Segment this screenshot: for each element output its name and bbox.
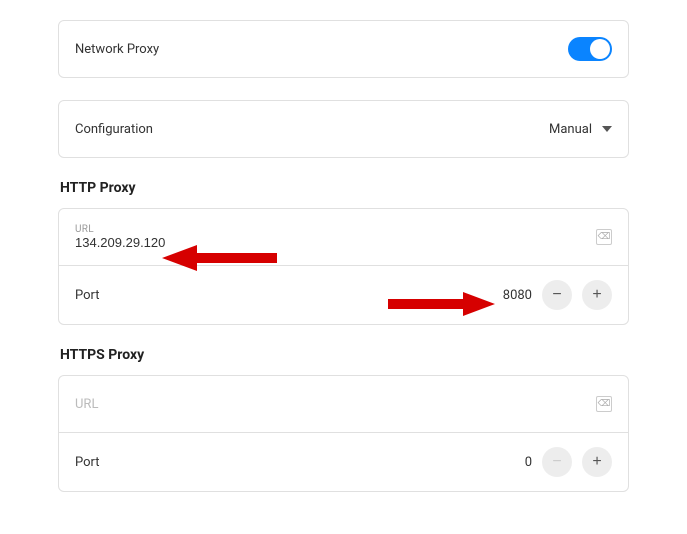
https-url-label: URL <box>75 397 98 412</box>
http-url-clear-icon[interactable]: ⌫ <box>596 229 612 245</box>
configuration-value: Manual <box>549 122 592 137</box>
http-port-decrement[interactable]: − <box>542 280 572 310</box>
http-port-value: 8080 <box>498 288 532 303</box>
https-port-value: 0 <box>498 455 532 470</box>
http-url-input[interactable] <box>75 235 375 250</box>
http-port-label: Port <box>75 288 100 303</box>
https-proxy-card: URL ⌫ Port 0 − + <box>58 375 629 492</box>
https-port-decrement[interactable]: − <box>542 447 572 477</box>
https-url-clear-icon[interactable]: ⌫ <box>596 396 612 412</box>
configuration-select[interactable]: Manual <box>549 122 612 137</box>
http-port-stepper: 8080 − + <box>498 280 612 310</box>
network-proxy-label: Network Proxy <box>75 42 159 57</box>
https-port-label: Port <box>75 455 100 470</box>
https-port-stepper: 0 − + <box>498 447 612 477</box>
http-proxy-title: HTTP Proxy <box>60 180 629 196</box>
network-proxy-card: Network Proxy <box>58 20 629 78</box>
http-port-increment[interactable]: + <box>582 280 612 310</box>
configuration-label: Configuration <box>75 122 153 137</box>
network-proxy-toggle[interactable] <box>568 37 612 61</box>
https-port-increment[interactable]: + <box>582 447 612 477</box>
http-url-label: URL <box>75 224 375 235</box>
chevron-down-icon <box>602 126 612 132</box>
https-proxy-title: HTTPS Proxy <box>60 347 629 363</box>
http-proxy-card: URL ⌫ Port 8080 − + <box>58 208 629 325</box>
configuration-card: Configuration Manual <box>58 100 629 158</box>
